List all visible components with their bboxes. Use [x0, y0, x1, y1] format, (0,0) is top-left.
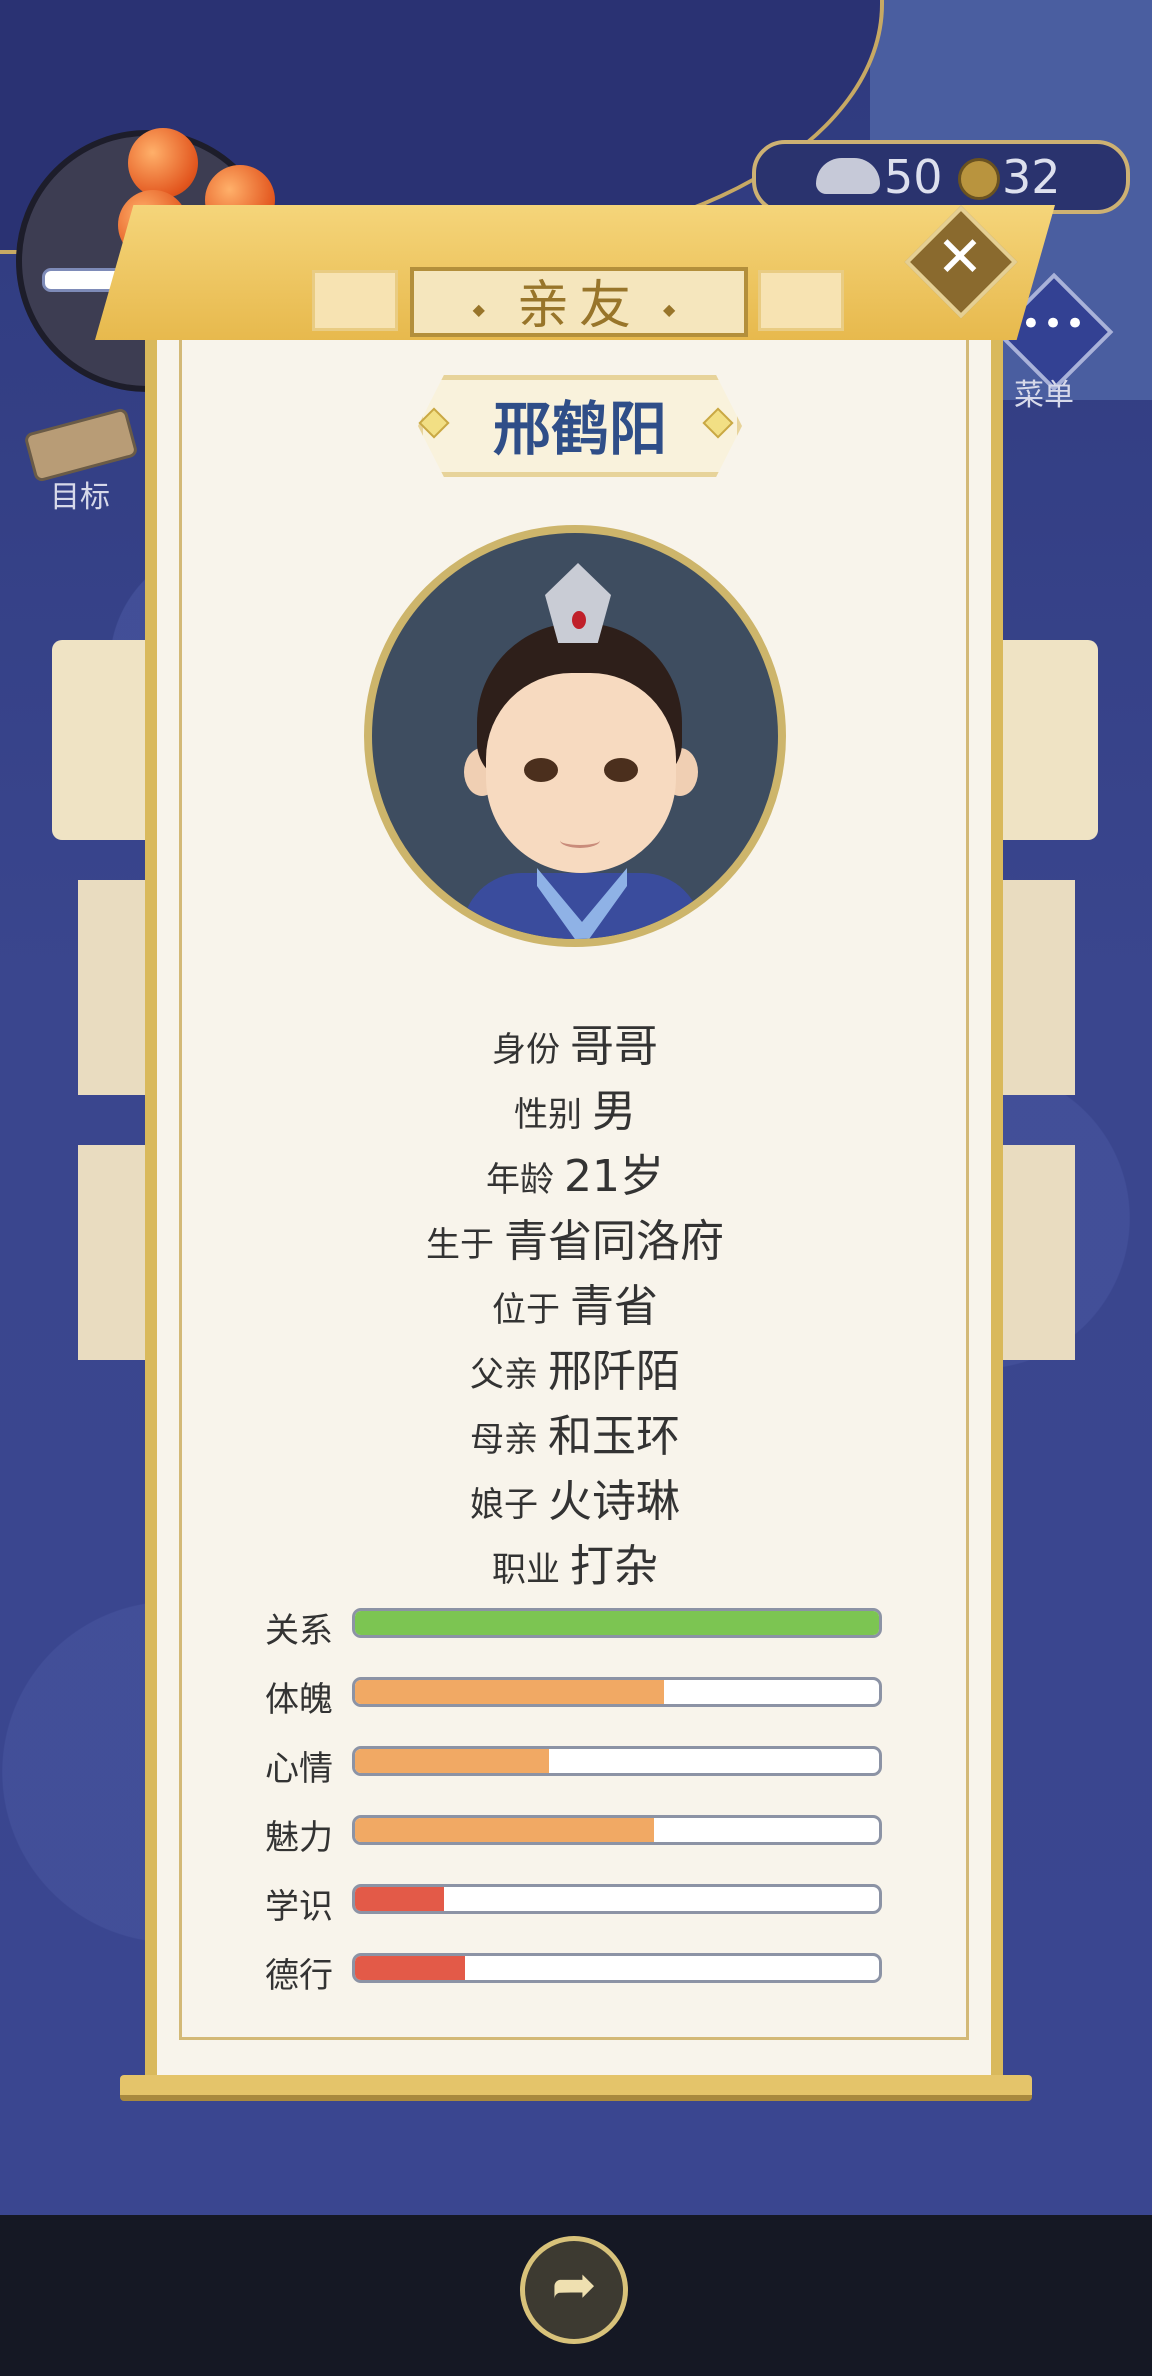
stat-label: 魅力	[265, 1818, 333, 1858]
info-label: 职业	[492, 1550, 560, 1590]
candied-haw-icon	[128, 128, 198, 198]
stat-fill	[355, 1956, 466, 1980]
info-row-location: 位于 青省	[300, 1270, 850, 1334]
stat-label: 学识	[265, 1887, 333, 1927]
info-value: 青省同洛府	[504, 1216, 724, 1267]
stat-relationship: 关系	[265, 1605, 885, 1651]
stat-fill	[355, 1611, 879, 1635]
menu-label: 菜单	[1014, 378, 1074, 413]
info-row-father: 父亲 邢阡陌	[300, 1335, 850, 1399]
stat-fill	[355, 1749, 549, 1773]
info-row-wife: 娘子 火诗琳	[300, 1465, 850, 1529]
info-label: 身份	[492, 1030, 560, 1070]
info-row-mother: 母亲 和玉环	[300, 1400, 850, 1464]
stat-label: 体魄	[265, 1680, 333, 1720]
info-value: 邢阡陌	[548, 1346, 680, 1397]
header-decoration	[758, 270, 844, 331]
info-row-birthplace: 生于 青省同洛府	[300, 1205, 850, 1269]
character-portrait	[364, 525, 786, 947]
info-label: 位于	[492, 1290, 560, 1330]
info-value: 打杂	[570, 1541, 658, 1592]
stat-physique: 体魄	[265, 1674, 885, 1720]
share-button[interactable]: ➦	[520, 2236, 628, 2344]
share-icon: ➦	[551, 2253, 597, 2316]
info-value: 21岁	[564, 1151, 664, 1202]
stat-fill	[355, 1818, 654, 1842]
info-value: 火诗琳	[548, 1476, 680, 1527]
stat-bar	[352, 1815, 882, 1845]
info-row-occupation: 职业 打杂	[300, 1530, 850, 1594]
stat-label: 心情	[265, 1749, 333, 1789]
coin-count: 32	[1002, 150, 1061, 204]
info-label: 生于	[426, 1225, 494, 1265]
stat-knowledge: 学识	[265, 1881, 885, 1927]
info-label: 父亲	[470, 1355, 538, 1395]
stat-bar	[352, 1677, 882, 1707]
stat-label: 关系	[265, 1611, 333, 1651]
panel-title: 亲友	[410, 263, 748, 338]
close-icon[interactable]: ✕	[930, 224, 990, 292]
stat-virtue: 德行	[265, 1950, 885, 1996]
copper-coin-icon	[958, 158, 1000, 200]
stat-fill	[355, 1680, 665, 1704]
hair-crown-icon	[545, 563, 611, 643]
stat-bar	[352, 1884, 882, 1914]
panel-scroll-rod	[120, 2075, 1032, 2101]
background-card	[990, 640, 1098, 840]
header-decoration	[312, 270, 398, 331]
info-value: 男	[592, 1086, 636, 1137]
info-value: 青省	[570, 1281, 658, 1332]
goal-label: 目标	[50, 480, 110, 515]
info-value: 和玉环	[548, 1411, 680, 1462]
info-label: 年龄	[486, 1160, 554, 1200]
info-row-identity: 身份 哥哥	[300, 1010, 850, 1074]
stat-bar	[352, 1953, 882, 1983]
stat-mood: 心情	[265, 1743, 885, 1789]
stat-bar	[352, 1746, 882, 1776]
silver-count: 50	[884, 150, 943, 204]
character-name: 邢鹤阳	[492, 395, 667, 463]
stat-fill	[355, 1887, 445, 1911]
mouth	[560, 833, 600, 848]
eye	[524, 758, 558, 782]
info-label: 性别	[514, 1095, 582, 1135]
silver-ingot-icon	[816, 158, 880, 194]
info-label: 娘子	[470, 1485, 538, 1525]
currency-bar: 50 32	[752, 140, 1130, 214]
goal-button[interactable]: 目标	[18, 407, 139, 515]
info-row-gender: 性别男	[300, 1075, 850, 1139]
info-value: 哥哥	[570, 1021, 658, 1072]
stat-charm: 魅力	[265, 1812, 885, 1858]
stat-label: 德行	[265, 1956, 333, 1996]
stat-bar	[352, 1608, 882, 1638]
info-label: 母亲	[470, 1420, 538, 1460]
info-row-age: 年龄 21岁	[300, 1140, 850, 1204]
eye	[604, 758, 638, 782]
crown-gem	[572, 611, 586, 629]
